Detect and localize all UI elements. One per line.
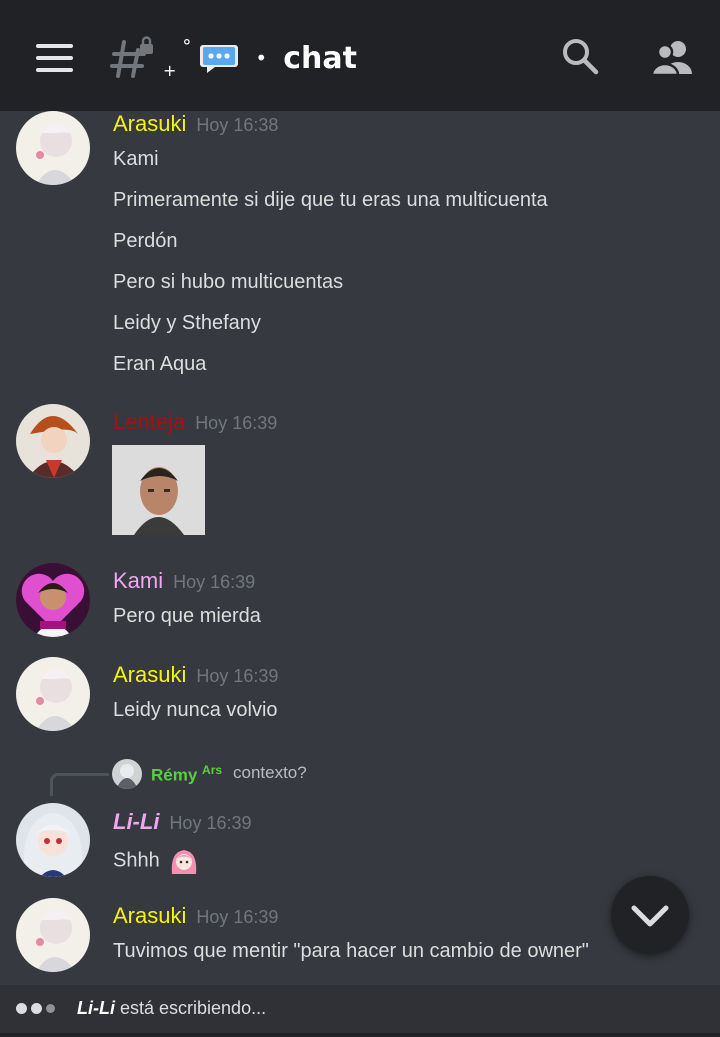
message-text: Pero si hubo multicuentas [113, 271, 344, 293]
author-name[interactable]: Arasuki [113, 662, 186, 687]
reply-connector [50, 773, 109, 796]
bottom-divider [0, 1033, 720, 1037]
reply-author-tag: Ars [202, 763, 223, 777]
top-bar: + ° • chat [0, 0, 720, 111]
message-timestamp: Hoy 16:39 [196, 666, 279, 686]
message-author[interactable]: Kami Hoy 16:39 [113, 568, 255, 594]
channel-prefix-circle: ° [182, 35, 192, 57]
message-timestamp: Hoy 16:39 [195, 413, 278, 433]
typing-indicator: Li-Li está escribiendo... [0, 985, 720, 1033]
message-text: Shhh [113, 846, 199, 876]
message-author[interactable]: Arasuki Hoy 16:39 [113, 903, 278, 929]
message-timestamp: Hoy 16:38 [196, 115, 279, 135]
typing-dots-icon [16, 1003, 55, 1014]
message-timestamp: Hoy 16:39 [169, 813, 252, 833]
message-author[interactable]: Li-Li Hoy 16:39 [113, 809, 252, 835]
channel-hash-lock-icon [110, 36, 153, 78]
author-name[interactable]: Lenteja [113, 409, 185, 434]
message-timestamp: Hoy 16:39 [196, 907, 279, 927]
message-author[interactable]: Arasuki Hoy 16:39 [113, 662, 278, 688]
reply-author-name[interactable]: Rémy [151, 766, 197, 785]
reply-preview[interactable]: contexto? [233, 763, 307, 783]
message-text: Perdón [113, 230, 178, 252]
author-name[interactable]: Arasuki [113, 903, 186, 928]
message-author[interactable]: Arasuki Hoy 16:38 [113, 111, 278, 137]
message-author[interactable]: Lenteja Hoy 16:39 [113, 409, 277, 435]
message-text: Pero que mierda [113, 605, 261, 627]
message-text: Leidy nunca volvio [113, 699, 278, 721]
author-name[interactable]: Kami [113, 568, 163, 593]
author-name[interactable]: Arasuki [113, 111, 186, 136]
members-icon[interactable] [650, 38, 696, 76]
reply-author[interactable]: Rémy Ars [151, 763, 222, 786]
channel-title: chat [283, 40, 357, 76]
avatar-arasuki[interactable] [16, 898, 90, 972]
pink-hair-girl-emoji [172, 850, 197, 874]
typing-user: Li-Li [77, 998, 115, 1018]
typing-text: está escribiendo... [120, 998, 267, 1018]
avatar-lenteja[interactable] [16, 404, 90, 478]
channel-dot: • [255, 46, 268, 70]
message-text: Leidy y Sthefany [113, 312, 261, 334]
author-name[interactable]: Li-Li [113, 809, 159, 834]
avatar-arasuki[interactable] [16, 111, 90, 185]
channel-prefix-plus: + [163, 60, 177, 80]
chevron-down-icon [631, 905, 669, 927]
image-attachment[interactable] [112, 445, 205, 535]
message-text: Eran Aqua [113, 353, 207, 375]
search-icon[interactable] [560, 36, 600, 76]
scroll-to-bottom-button[interactable] [611, 876, 689, 954]
avatar-li-li[interactable] [16, 803, 90, 877]
message-timestamp: Hoy 16:39 [173, 572, 256, 592]
chat-bubble-icon [200, 45, 239, 73]
reply-avatar[interactable] [112, 759, 142, 789]
message-text: Tuvimos que mentir "para hacer un cambio… [113, 940, 589, 962]
menu-icon[interactable] [36, 44, 73, 72]
avatar-kami[interactable] [16, 563, 90, 637]
message-list[interactable]: Arasuki Hoy 16:38 Kami Primeramente si di… [0, 111, 720, 985]
avatar-arasuki[interactable] [16, 657, 90, 731]
channel-name[interactable]: + ° • chat [163, 36, 357, 80]
message-text: Primeramente si dije que tu eras una mul… [113, 189, 548, 211]
message-text: Kami [113, 148, 159, 170]
message-text-content: Shhh [113, 849, 160, 872]
